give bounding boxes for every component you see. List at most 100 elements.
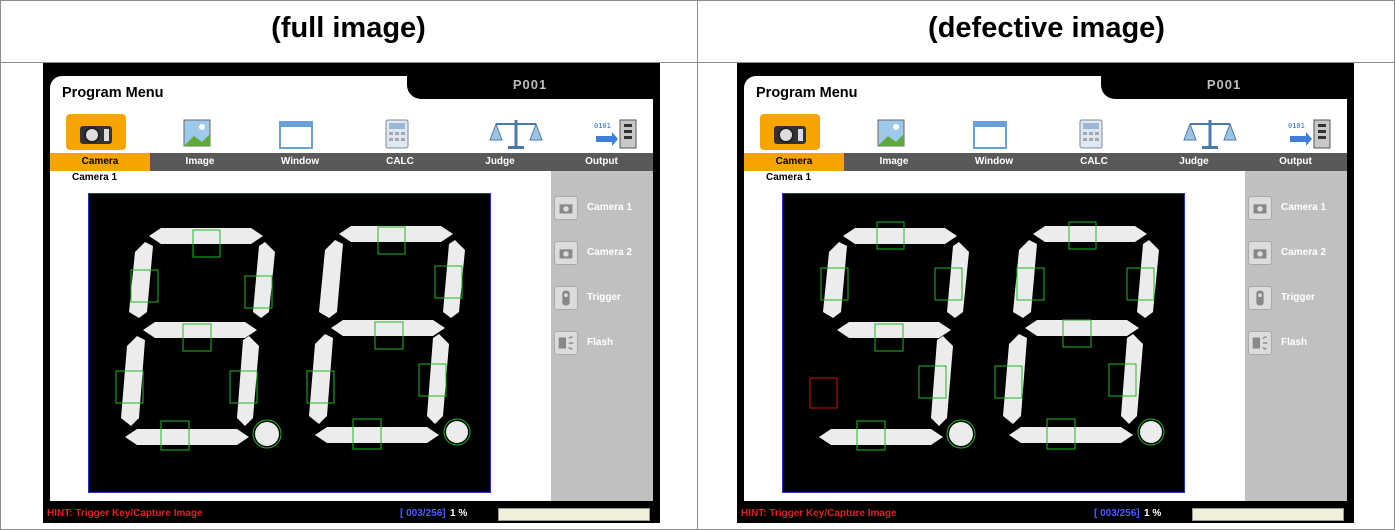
- tab-image[interactable]: Image: [150, 153, 250, 171]
- scale-icon[interactable]: [1180, 116, 1240, 152]
- camera-label: Camera 1: [766, 172, 812, 183]
- camera-icon[interactable]: [760, 114, 820, 150]
- image-count: [ 003/256]: [1094, 508, 1140, 519]
- status-bar: HINT: Trigger Key/Capture Image [ 003/25…: [737, 506, 1354, 523]
- flash-icon: [554, 331, 578, 355]
- side-item-label: Camera 2: [587, 247, 633, 258]
- segment: [315, 427, 439, 443]
- camera-icon: [554, 196, 578, 220]
- tab-window[interactable]: Window: [944, 153, 1044, 171]
- tab-camera[interactable]: Camera: [50, 153, 150, 171]
- segment: [319, 240, 343, 318]
- segment: [1025, 320, 1139, 336]
- percent-text: 1 %: [1144, 508, 1162, 519]
- segment: [339, 226, 453, 242]
- segment: [1009, 427, 1133, 443]
- scale-icon[interactable]: [486, 116, 546, 152]
- side-item-label: Camera 2: [1281, 247, 1327, 258]
- program-number: P001: [1206, 77, 1242, 92]
- tab-judge[interactable]: Judge: [450, 153, 550, 171]
- segment: [947, 242, 969, 318]
- svg-text:0101: 0101: [1288, 122, 1305, 130]
- calculator-icon[interactable]: [366, 116, 426, 152]
- segment: [1121, 334, 1143, 424]
- window-icon[interactable]: [266, 116, 326, 152]
- side-item-camera-2[interactable]: Camera 2: [1245, 239, 1347, 267]
- progress-bar: [498, 508, 650, 521]
- segment: [823, 242, 847, 318]
- segment: [237, 336, 259, 426]
- tab-calc[interactable]: CALC: [1044, 153, 1144, 171]
- side-item-label: Trigger: [1281, 292, 1315, 303]
- camera-view[interactable]: [88, 193, 491, 493]
- camera-icon[interactable]: [66, 114, 126, 150]
- segment: [819, 429, 943, 445]
- svg-text:0101: 0101: [594, 122, 611, 130]
- flash-icon: [1248, 331, 1272, 355]
- camera-icon: [1248, 196, 1272, 220]
- side-item-flash[interactable]: Flash: [551, 329, 653, 357]
- segment: [125, 429, 249, 445]
- content-area: Camera 1: [50, 171, 551, 501]
- side-item-label: Flash: [587, 337, 614, 348]
- camera-view[interactable]: [782, 193, 1185, 493]
- tab-window[interactable]: Window: [250, 153, 350, 171]
- side-item-flash[interactable]: Flash: [1245, 329, 1347, 357]
- seven-segment-display: [115, 226, 471, 451]
- program-tab: P001: [1101, 76, 1347, 99]
- caption-defective: (defective image): [928, 12, 1165, 44]
- side-item-label: Camera 1: [1281, 202, 1327, 213]
- menu-icon-bar: 0101: [50, 114, 653, 153]
- device-screen-defective: Program Menu P001 0101 Camera Image Wind…: [737, 63, 1354, 523]
- segment: [309, 334, 333, 424]
- segment: [1137, 240, 1159, 318]
- caption-full: (full image): [271, 12, 426, 44]
- screen-header: Program Menu P001: [50, 76, 653, 126]
- trigger-icon: [1248, 286, 1272, 310]
- segment: [1003, 334, 1027, 424]
- side-item-camera-2[interactable]: Camera 2: [551, 239, 653, 267]
- image-icon[interactable]: [166, 116, 226, 152]
- side-item-camera-1[interactable]: Camera 1: [1245, 194, 1347, 222]
- trigger-icon: [554, 286, 578, 310]
- program-number: P001: [512, 77, 548, 92]
- side-menu: Camera 1 Camera 2 Trigger Flash: [551, 171, 653, 501]
- device-screen-full: Program Menu P001 0101 Camera Image Wind…: [43, 63, 660, 523]
- tab-output[interactable]: Output: [1244, 153, 1347, 171]
- tab-output[interactable]: Output: [550, 153, 653, 171]
- content-area: Camera 1: [744, 171, 1245, 501]
- output-icon[interactable]: 0101: [1280, 116, 1340, 152]
- screen-title: Program Menu: [62, 85, 164, 101]
- side-menu: Camera 1 Camera 2 Trigger Flash: [1245, 171, 1347, 501]
- tab-camera[interactable]: Camera: [744, 153, 844, 171]
- side-item-label: Flash: [1281, 337, 1308, 348]
- hint-text: HINT: Trigger Key/Capture Image: [47, 508, 203, 519]
- column-divider: [697, 0, 698, 530]
- side-item-camera-1[interactable]: Camera 1: [551, 194, 653, 222]
- tab-image[interactable]: Image: [844, 153, 944, 171]
- tab-judge[interactable]: Judge: [1144, 153, 1244, 171]
- image-count: [ 003/256]: [400, 508, 446, 519]
- status-bar: HINT: Trigger Key/Capture Image [ 003/25…: [43, 506, 660, 523]
- seven-segment-display: [809, 221, 1165, 451]
- camera-icon: [1248, 241, 1272, 265]
- output-icon[interactable]: 0101: [586, 116, 646, 152]
- segment: [1033, 226, 1147, 242]
- segment: [843, 228, 957, 244]
- side-item-trigger[interactable]: Trigger: [1245, 284, 1347, 312]
- hint-text: HINT: Trigger Key/Capture Image: [741, 508, 897, 519]
- segment: [931, 336, 953, 426]
- side-item-label: Trigger: [587, 292, 621, 303]
- image-icon[interactable]: [860, 116, 920, 152]
- decimal-point: [446, 421, 468, 443]
- segment: [121, 336, 145, 426]
- decimal-point: [255, 422, 279, 446]
- screen-header: Program Menu P001: [744, 76, 1347, 126]
- calculator-icon[interactable]: [1060, 116, 1120, 152]
- window-icon[interactable]: [960, 116, 1020, 152]
- screen-title: Program Menu: [756, 85, 858, 101]
- side-item-trigger[interactable]: Trigger: [551, 284, 653, 312]
- percent-text: 1 %: [450, 508, 468, 519]
- tab-calc[interactable]: CALC: [350, 153, 450, 171]
- tab-bar: Camera Image Window CALC Judge Output: [50, 153, 653, 171]
